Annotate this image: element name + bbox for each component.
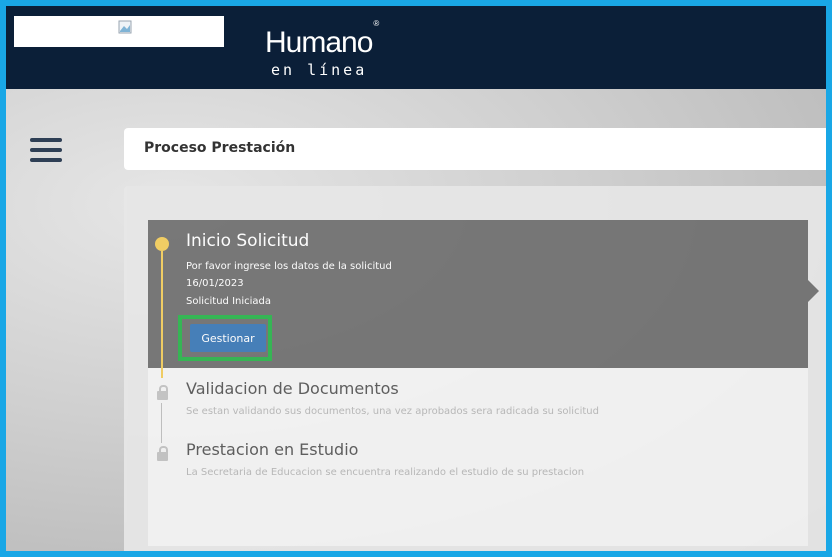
step-title: Validacion de Documentos — [186, 379, 399, 398]
app-window: Humano® en línea Proceso Prestación Inic… — [0, 0, 832, 557]
process-panel: Inicio Solicitud Por favor ingrese los d… — [124, 186, 826, 551]
step-title: Prestacion en Estudio — [186, 440, 359, 459]
lock-icon — [157, 446, 168, 461]
steps-timeline: Inicio Solicitud Por favor ingrese los d… — [148, 220, 819, 546]
lock-icon — [157, 385, 168, 400]
page-title-bar: Proceso Prestación — [124, 128, 826, 170]
brand-logo: Humano® — [265, 20, 379, 59]
timeline-line-active — [161, 251, 163, 378]
step-description: La Secretaria de Educacion se encuentra … — [186, 467, 585, 478]
gestionar-button[interactable]: Gestionar — [190, 324, 266, 352]
step-instruction: Por favor ingrese los datos de la solici… — [186, 261, 392, 272]
step-description: Se estan validando sus documentos, una v… — [186, 406, 599, 417]
active-step-dot — [155, 237, 169, 251]
menu-icon[interactable] — [30, 138, 62, 162]
broken-image-icon — [118, 20, 132, 34]
step-status: Solicitud Iniciada — [186, 296, 272, 307]
step-arrow — [808, 280, 819, 302]
top-header: Humano® en línea — [6, 6, 826, 89]
brand-subtitle: en línea — [271, 61, 368, 79]
brand-name: Humano — [265, 26, 373, 59]
timeline-line — [161, 403, 162, 443]
logo-placeholder — [14, 16, 224, 47]
registered-mark: ® — [373, 19, 379, 28]
page-title: Proceso Prestación — [144, 140, 296, 156]
step-title: Inicio Solicitud — [186, 231, 310, 251]
step-date: 16/01/2023 — [186, 278, 244, 289]
step-inicio-solicitud: Inicio Solicitud Por favor ingrese los d… — [148, 220, 819, 378]
